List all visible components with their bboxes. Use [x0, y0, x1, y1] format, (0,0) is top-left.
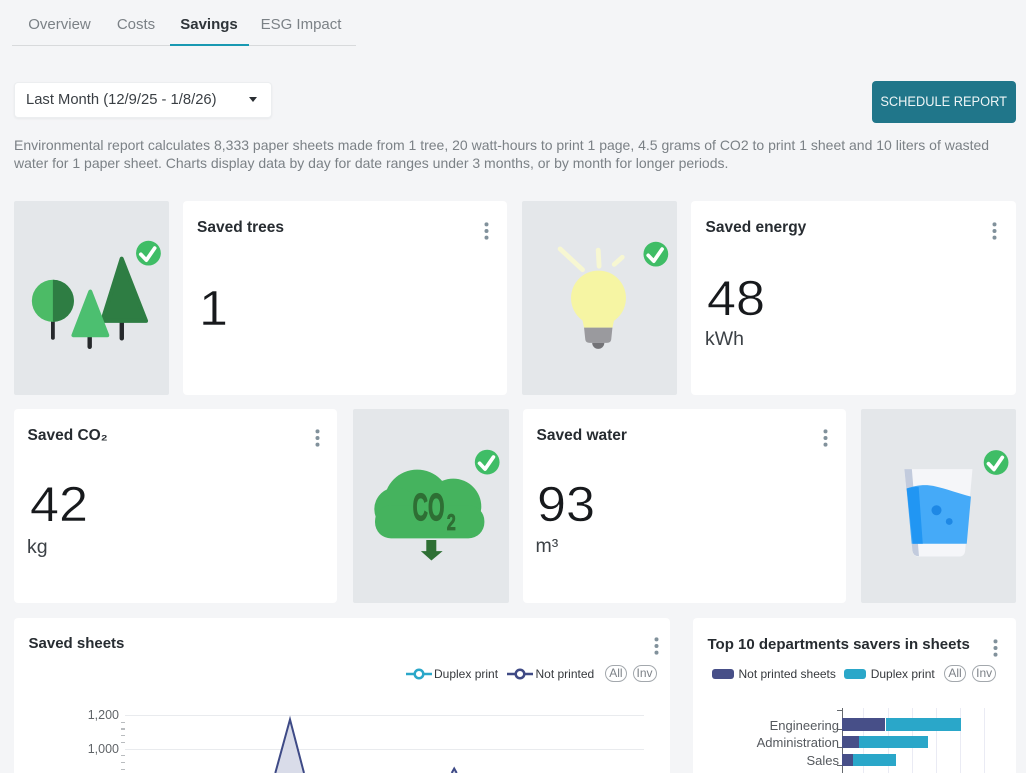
svg-text:CO: CO	[413, 487, 445, 529]
svg-text:2: 2	[447, 509, 456, 535]
